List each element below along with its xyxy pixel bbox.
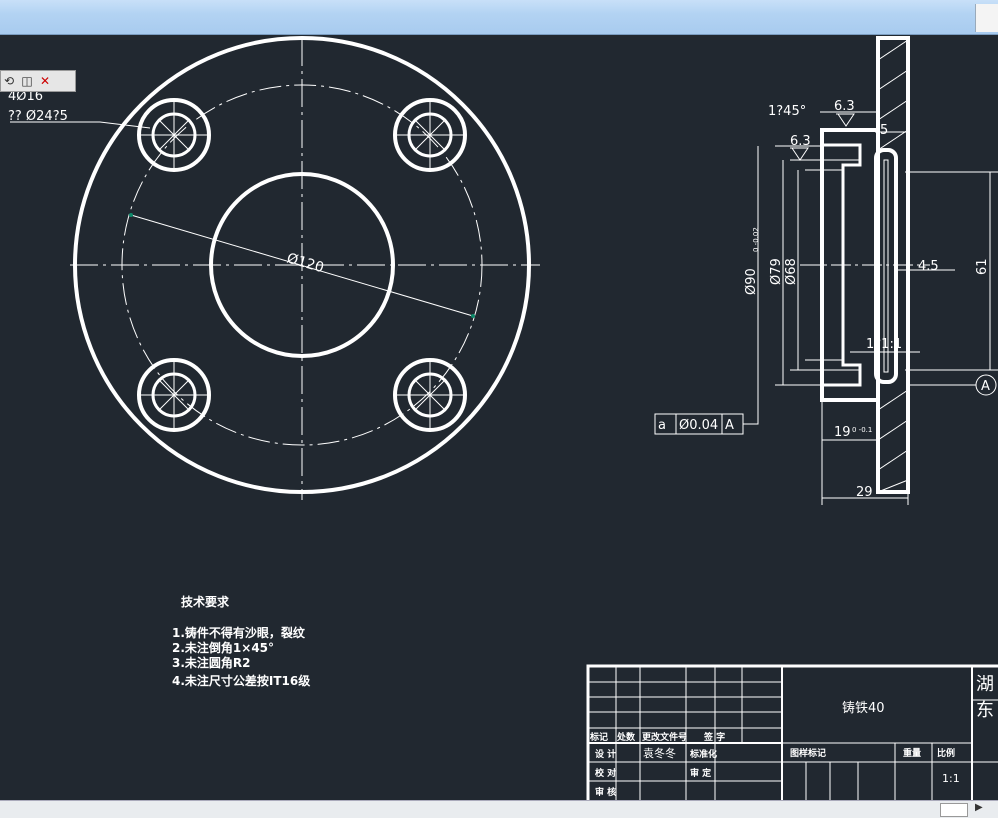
roughness-side-label: 6.3 bbox=[790, 134, 811, 149]
orbit-icon[interactable]: ⟲ bbox=[1, 73, 17, 89]
dim-5-label: 5 bbox=[880, 123, 888, 138]
tolerance-datum: A bbox=[725, 418, 734, 433]
col-change-doc: 更改文件号 bbox=[642, 731, 687, 743]
scale-value: 1:1 bbox=[942, 772, 960, 785]
designer-label: 设 计 bbox=[595, 748, 616, 760]
drawing-mark-label: 图样标记 bbox=[790, 747, 826, 759]
bolt-hole-top-left bbox=[137, 98, 211, 172]
bolt-hole-top-right bbox=[393, 98, 467, 172]
status-bar: ▶ bbox=[0, 800, 998, 818]
dim-4-5-label: 4.5 bbox=[918, 259, 939, 274]
roughness-top-label: 6.3 bbox=[834, 99, 855, 114]
view-mini-toolbar: ⟲ ◫ ✕ bbox=[0, 70, 76, 92]
pcd-label: Ø120 bbox=[285, 250, 326, 276]
company-line-1: 湖 bbox=[976, 674, 994, 695]
dim-d90-label: Ø90 bbox=[744, 268, 759, 295]
tech-heading: 技术要求 bbox=[181, 594, 230, 609]
dim-29-label: 29 bbox=[856, 485, 873, 500]
dim-1x1-label: 1?1:1 bbox=[866, 337, 902, 352]
horizontal-scroll-thumb[interactable] bbox=[940, 803, 968, 817]
roughness-symbol-top bbox=[836, 113, 855, 127]
material-label: 铸铁40 bbox=[842, 700, 885, 716]
view-cube-icon[interactable]: ◫ bbox=[19, 73, 35, 89]
tech-item-3: 3.未注圆角R2 bbox=[172, 655, 251, 670]
dim-61-label: 61 bbox=[975, 258, 990, 275]
window-title-bar bbox=[0, 0, 998, 35]
tech-requirements: 技术要求 1.铸件不得有沙眼，裂纹 2.未注倒角1×45° 3.未注圆角R2 4… bbox=[172, 594, 310, 688]
standardize-label: 标准化 bbox=[689, 748, 717, 760]
close-x-icon[interactable]: ✕ bbox=[37, 73, 53, 89]
dim-19-tol: 0 -0.1 bbox=[852, 426, 872, 434]
tolerance-value: Ø0.04 bbox=[679, 418, 718, 433]
bolt-hole-bottom-left bbox=[137, 358, 211, 432]
approve-label: 审 定 bbox=[690, 767, 712, 779]
drawing-canvas[interactable]: 4Ø16 ?? Ø24?5 Ø120 1?45° 6.3 6.3 5 Ø90 0… bbox=[0, 35, 998, 800]
title-block-text: 铸铁40 标记 处数 更改文件号 签 字 设 计 袁冬冬 标准化 校 对 审 定… bbox=[589, 674, 994, 798]
roughness-symbol-side bbox=[790, 147, 809, 161]
dim-d79-label: Ø79 bbox=[769, 258, 784, 285]
hole-note-label: ?? Ø24?5 bbox=[8, 109, 68, 124]
scale-label: 比例 bbox=[937, 747, 955, 759]
review-label: 审 核 bbox=[595, 786, 616, 798]
tech-item-2: 2.未注倒角1×45° bbox=[172, 640, 274, 655]
dim-19-label: 19 bbox=[834, 425, 851, 440]
section-view bbox=[654, 36, 998, 505]
check-label: 校 对 bbox=[595, 767, 616, 779]
chamfer-label: 1?45° bbox=[768, 104, 806, 119]
scroll-right-arrow-icon[interactable]: ▶ bbox=[975, 802, 983, 813]
tech-item-4: 4.未注尺寸公差按IT16级 bbox=[172, 673, 310, 688]
company-line-2: 东 bbox=[976, 700, 994, 721]
flange-hatch bbox=[877, 39, 909, 493]
front-view bbox=[10, 36, 540, 500]
datum-label: A bbox=[981, 379, 990, 394]
tolerance-leader bbox=[743, 410, 759, 425]
title-bar-control[interactable] bbox=[975, 4, 998, 32]
bolt-hole-bottom-right bbox=[393, 358, 467, 432]
weight-label: 重量 bbox=[903, 747, 921, 759]
col-sign: 签 字 bbox=[703, 731, 725, 743]
col-count: 处数 bbox=[616, 731, 636, 743]
col-mark: 标记 bbox=[589, 731, 608, 743]
designer-name: 袁冬冬 bbox=[643, 746, 676, 760]
tech-item-1: 1.铸件不得有沙眼，裂纹 bbox=[172, 625, 306, 640]
tolerance-symbol: a bbox=[658, 418, 666, 433]
dim-d68-label: Ø68 bbox=[784, 258, 799, 285]
dim-d90-tol: 0 -0.02 bbox=[752, 227, 760, 252]
